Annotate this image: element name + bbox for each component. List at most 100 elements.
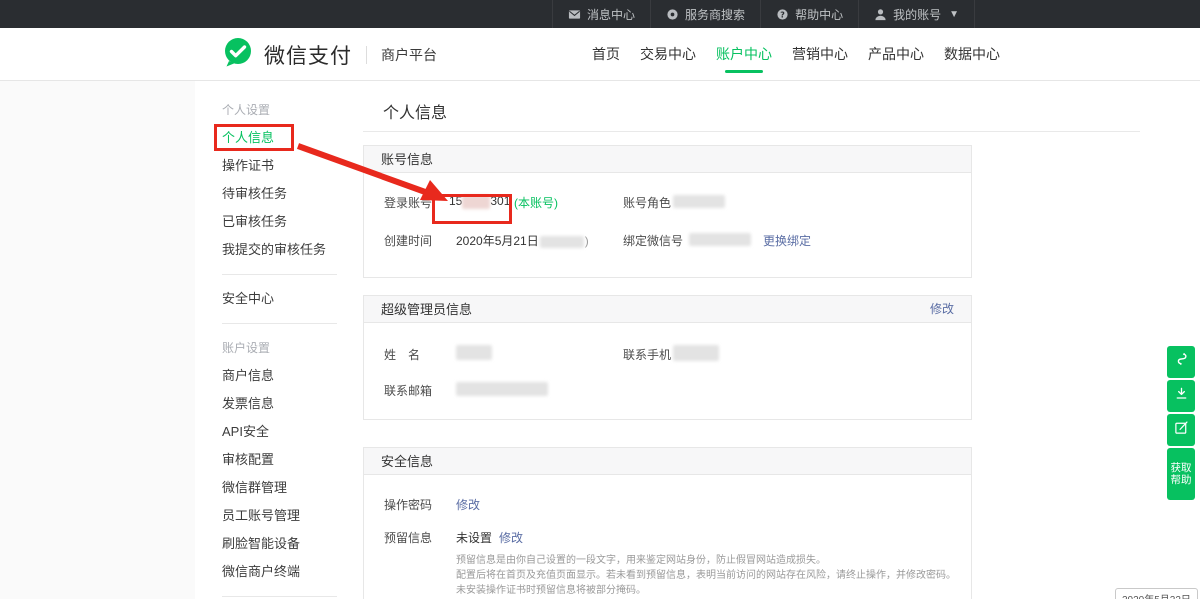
login-account-label: 登录账号 xyxy=(384,194,432,211)
topbar-item-help-center[interactable]: ? 帮助中心 xyxy=(760,0,858,28)
created-date: 2020年5月21日 xyxy=(456,234,539,248)
current-account-tag: (本账号) xyxy=(514,194,558,211)
sidebar-section-personal-settings: 个人设置 xyxy=(222,96,342,124)
name-label: 姓 名 xyxy=(384,346,420,363)
sidebar-item-merchant-info[interactable]: 商户信息 xyxy=(222,362,342,390)
header: 微信支付 商户平台 首页 交易中心 账户中心 营销中心 产品中心 数据中心 xyxy=(0,28,1200,81)
brand-divider xyxy=(366,46,367,64)
mail-icon xyxy=(568,8,581,21)
sidebar-item-pending-review-tasks[interactable]: 待审核任务 xyxy=(222,180,342,208)
nav-home[interactable]: 首页 xyxy=(592,28,620,81)
login-account-value: 15 301 xyxy=(449,194,510,209)
bound-wechat-label: 绑定微信号 xyxy=(623,232,683,249)
help-icon: ? xyxy=(776,8,789,21)
sidebar-item-reviewed-tasks[interactable]: 已审核任务 xyxy=(222,208,342,236)
security-panel-header: 安全信息 xyxy=(364,448,971,475)
sidebar-divider xyxy=(222,596,337,597)
topbar-menu: 消息中心 服务商搜索 ? 帮助中心 我的账号 ▼ xyxy=(552,0,975,28)
topbar-item-label: 服务商搜索 xyxy=(685,6,745,23)
redacted-account-role xyxy=(673,195,725,208)
topbar-item-label: 我的账号 xyxy=(893,6,941,23)
admin-panel-title: 超级管理员信息 xyxy=(381,302,472,317)
left-gutter xyxy=(0,81,195,599)
download-button[interactable] xyxy=(1167,380,1195,412)
admin-edit-link[interactable]: 修改 xyxy=(930,296,954,323)
sidebar-item-personal-info[interactable]: 个人信息 xyxy=(222,124,342,152)
super-admin-panel: 超级管理员信息 修改 姓 名 联系手机 联系邮箱 xyxy=(363,295,972,420)
sidebar: 个人设置 个人信息 操作证书 待审核任务 已审核任务 我提交的审核任务 安全中心… xyxy=(222,96,342,599)
sidebar-item-wechat-group-management[interactable]: 微信群管理 xyxy=(222,474,342,502)
redacted-login-digits xyxy=(462,195,490,209)
sidebar-item-operation-certificate[interactable]: 操作证书 xyxy=(222,152,342,180)
get-help-button[interactable]: 获取帮助 xyxy=(1167,448,1195,500)
redacted-name xyxy=(456,345,492,360)
sidebar-section-account-settings: 账户设置 xyxy=(222,334,342,362)
edit-icon xyxy=(1174,420,1189,440)
admin-panel-header: 超级管理员信息 修改 xyxy=(364,296,971,323)
nav-marketing-center[interactable]: 营销中心 xyxy=(792,28,848,81)
nav-transaction-center[interactable]: 交易中心 xyxy=(640,28,696,81)
operation-password-label: 操作密码 xyxy=(384,496,432,513)
merchant-platform-page: 消息中心 服务商搜索 ? 帮助中心 我的账号 ▼ xyxy=(0,0,1200,599)
change-password-link[interactable]: 修改 xyxy=(456,496,480,513)
description-line: 未安装操作证书时预留信息将被部分掩码。 xyxy=(456,583,968,598)
main-nav: 首页 交易中心 账户中心 营销中心 产品中心 数据中心 xyxy=(592,28,1000,81)
account-panel-title: 账号信息 xyxy=(381,152,433,167)
sidebar-item-wechat-merchant-terminal[interactable]: 微信商户终端 xyxy=(222,558,342,586)
created-time-value: 2020年5月21日) xyxy=(456,232,589,249)
redacted-wechat-id xyxy=(689,233,751,246)
topbar: 消息中心 服务商搜索 ? 帮助中心 我的账号 ▼ xyxy=(0,0,1200,28)
set-reserved-info-link[interactable]: 修改 xyxy=(499,529,523,546)
svg-text:?: ? xyxy=(780,10,785,19)
nav-account-center[interactable]: 账户中心 xyxy=(716,28,772,81)
security-info-panel: 安全信息 操作密码 修改 预留信息 未设置 修改 预留信息是由你自己设置的一段文… xyxy=(363,447,972,599)
topbar-item-label: 消息中心 xyxy=(587,6,635,23)
topbar-item-provider-search[interactable]: 服务商搜索 xyxy=(650,0,760,28)
search-icon xyxy=(666,8,679,21)
account-panel-header: 账号信息 xyxy=(364,146,971,173)
created-paren: ) xyxy=(585,234,589,248)
nav-product-center[interactable]: 产品中心 xyxy=(868,28,924,81)
wechat-pay-logo-icon xyxy=(222,37,254,72)
brand-name: 微信支付 xyxy=(264,40,352,70)
float-helper-bar: 获取帮助 xyxy=(1167,346,1195,500)
account-info-panel: 账号信息 登录账号 15301 (本账号) 账号角色 创建时间 2020年5月2… xyxy=(363,145,972,278)
brand: 微信支付 商户平台 xyxy=(222,28,437,81)
sidebar-divider xyxy=(222,274,337,275)
nav-data-center[interactable]: 数据中心 xyxy=(944,28,1000,81)
download-icon xyxy=(1174,386,1189,406)
description-line: 配置后将在首页及充值页面显示。若未看到预留信息，表明当前访问的网站存在风险，请终… xyxy=(456,568,968,583)
sidebar-item-staff-account-management[interactable]: 员工账号管理 xyxy=(222,502,342,530)
reserved-info-description: 预留信息是由你自己设置的一段文字，用来鉴定网站身份，防止假冒网站造成损失。 配置… xyxy=(456,553,968,598)
sidebar-item-review-config[interactable]: 审核配置 xyxy=(222,446,342,474)
user-icon xyxy=(874,8,887,21)
redacted-email xyxy=(456,382,548,396)
link-icon xyxy=(1174,352,1189,372)
sidebar-item-security-center[interactable]: 安全中心 xyxy=(222,285,342,313)
date-badge: 2020年5月22日 xyxy=(1115,588,1198,599)
sidebar-item-face-smart-device[interactable]: 刷脸智能设备 xyxy=(222,530,342,558)
contact-phone-label: 联系手机 xyxy=(623,346,671,363)
sidebar-item-my-submitted-tasks[interactable]: 我提交的审核任务 xyxy=(222,236,342,264)
security-panel-title: 安全信息 xyxy=(381,454,433,469)
contact-email-label: 联系邮箱 xyxy=(384,382,432,399)
reserved-info-label: 预留信息 xyxy=(384,529,432,546)
created-time-label: 创建时间 xyxy=(384,232,432,249)
feedback-button[interactable] xyxy=(1167,414,1195,446)
brand-portal: 商户平台 xyxy=(381,45,437,65)
chevron-down-icon: ▼ xyxy=(949,9,959,20)
login-account-prefix: 15 xyxy=(449,194,462,208)
topbar-item-my-account[interactable]: 我的账号 ▼ xyxy=(858,0,975,28)
sidebar-item-api-security[interactable]: API安全 xyxy=(222,418,342,446)
change-binding-link[interactable]: 更换绑定 xyxy=(763,232,811,249)
quick-link-button[interactable] xyxy=(1167,346,1195,378)
redacted-phone xyxy=(673,345,719,361)
title-divider xyxy=(363,131,1140,132)
topbar-item-label: 帮助中心 xyxy=(795,6,843,23)
topbar-item-messages[interactable]: 消息中心 xyxy=(552,0,650,28)
reserved-info-status: 未设置 xyxy=(456,529,492,546)
login-account-suffix: 301 xyxy=(490,194,510,208)
page-title: 个人信息 xyxy=(383,99,447,123)
redacted-created-time xyxy=(540,236,584,248)
sidebar-item-invoice-info[interactable]: 发票信息 xyxy=(222,390,342,418)
